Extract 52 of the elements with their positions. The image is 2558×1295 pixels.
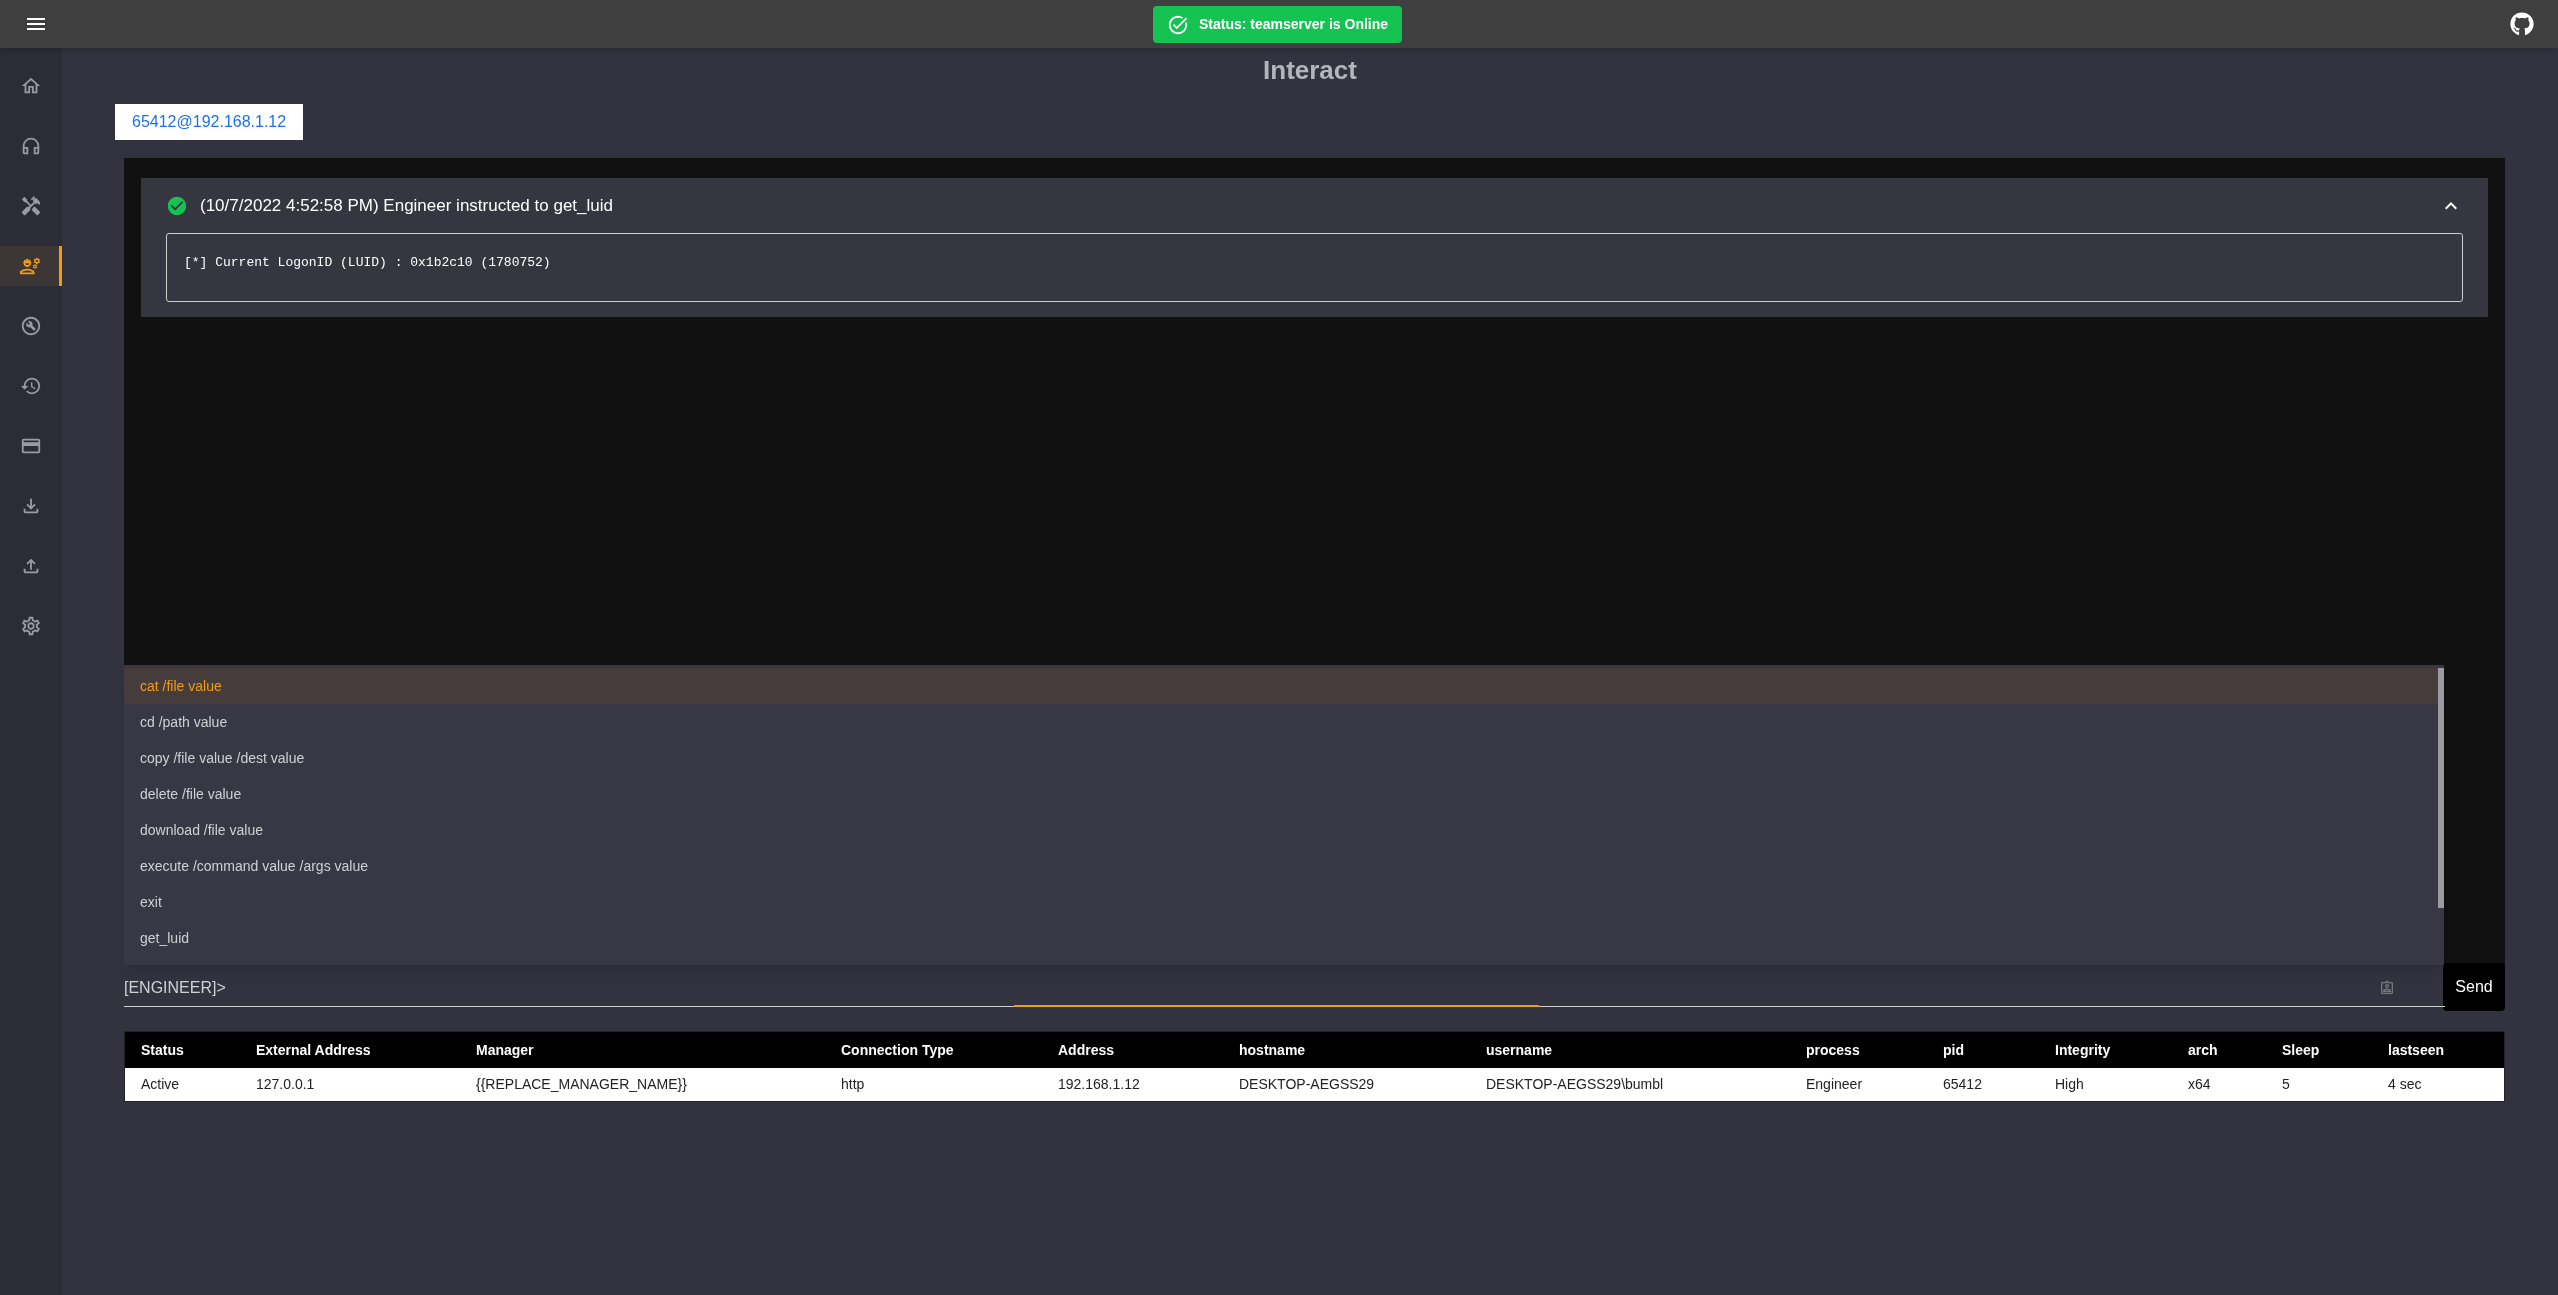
command-input[interactable]: [ENGINEER]> — [124, 969, 2445, 1007]
column-header: lastseen — [2388, 1040, 2446, 1060]
suggestion-item[interactable]: download /file value — [124, 812, 2438, 848]
table-cell-text: 5 — [2282, 1075, 2291, 1094]
success-icon — [166, 195, 188, 217]
log-title: (10/7/2022 4:52:58 PM) Engineer instructed to get_luid — [200, 195, 613, 218]
column-header: arch — [2188, 1040, 2219, 1060]
suggestion-item[interactable]: cd /path value — [124, 704, 2438, 740]
column-header: Address — [1058, 1040, 1116, 1060]
status-text: Status: teamserver is Online — [1199, 15, 1389, 34]
table-cell-text: High — [2055, 1075, 2085, 1094]
column-header: Manager — [476, 1040, 535, 1060]
column-header: Connection Type — [841, 1040, 955, 1060]
command-field[interactable]: [ENGINEER]> — [124, 975, 2379, 1000]
column-header: process — [1806, 1040, 1861, 1060]
table-cell-text: 4 sec — [2388, 1075, 2423, 1094]
engineer-icon — [18, 255, 41, 277]
column-header: Sleep — [2282, 1040, 2321, 1060]
column-header: Integrity — [2055, 1040, 2112, 1060]
send-button[interactable]: Send — [2443, 963, 2505, 1011]
table-cell-text: x64 — [2188, 1075, 2212, 1094]
session-tab[interactable]: 65412@192.168.1.12 — [115, 104, 304, 140]
table-cell-text: DESKTOP-AEGSS29 — [1239, 1075, 1376, 1094]
column-header: pid — [1943, 1040, 1965, 1060]
table-cell-text: http — [841, 1075, 866, 1094]
suggestion-item[interactable]: cat /file value — [124, 668, 2438, 704]
table-cell-text: Engineer — [1806, 1075, 1864, 1094]
suggestion-item[interactable]: copy /file value /dest value — [124, 740, 2438, 776]
table-cell-text: Active — [141, 1075, 181, 1094]
column-header: Status — [141, 1040, 185, 1060]
suggestion-item[interactable]: delete /file value — [124, 776, 2438, 812]
suggestion-item[interactable]: execute /command value /args value — [124, 848, 2438, 884]
clipboard-icon — [2379, 979, 2395, 996]
column-header: hostname — [1239, 1040, 1307, 1060]
table-cell-text: DESKTOP-AEGSS29\bumbl — [1486, 1075, 1665, 1094]
sidebar-item[interactable] — [0, 246, 62, 286]
page-title: Interact — [1263, 54, 1357, 87]
column-header: username — [1486, 1040, 1554, 1060]
suggestion-item[interactable]: get_luid — [124, 920, 2438, 956]
table-cell-text: 192.168.1.12 — [1058, 1075, 1141, 1094]
table-cell-text: 127.0.0.1 — [256, 1075, 316, 1094]
table-cell-text: 65412 — [1943, 1075, 1983, 1094]
table-cell-text: {{REPLACE_MANAGER_NAME}} — [476, 1075, 688, 1094]
suggestion-item[interactable]: exit — [124, 884, 2438, 920]
github-icon[interactable] — [2510, 12, 2534, 36]
headphones-icon — [20, 135, 42, 157]
output-text: [*] Current LogonID (LUID) : 0x1b2c10 (1780752) — [184, 255, 551, 270]
column-header: External Address — [256, 1040, 372, 1060]
tools-icon — [20, 195, 42, 217]
check-icon — [1167, 13, 1189, 36]
history-icon — [20, 375, 42, 397]
settings-icon — [20, 615, 42, 637]
